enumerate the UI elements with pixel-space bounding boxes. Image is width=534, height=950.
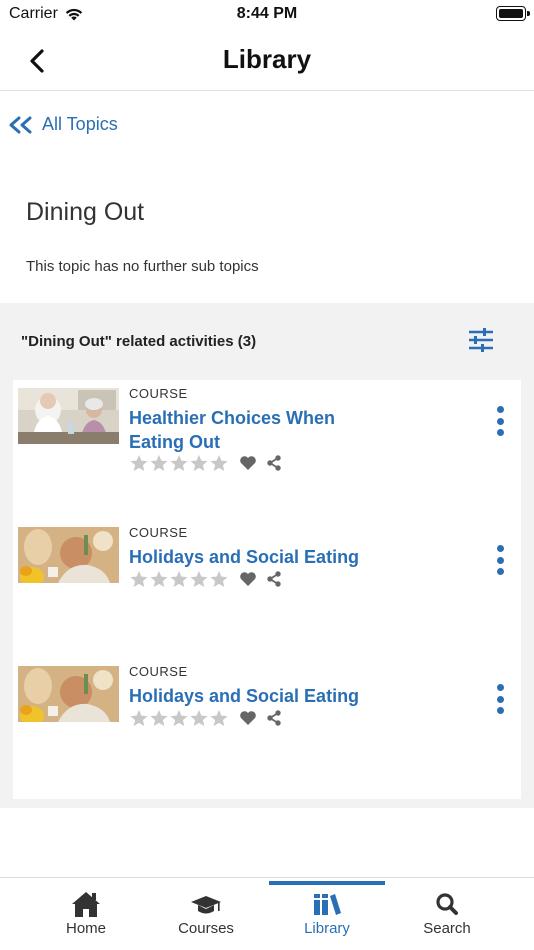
tab-label: Courses [178,920,234,937]
list-item[interactable]: COURSE Holidays and Social Eating [13,523,521,623]
star-icon[interactable] [149,454,169,472]
course-thumbnail [18,388,119,444]
more-options-button[interactable] [493,684,507,714]
graduation-cap-icon [191,896,221,914]
star-icon[interactable] [189,709,209,727]
activities-header: "Dining Out" related activities (3) [21,333,257,350]
more-dot [496,417,504,425]
star-icon[interactable] [169,709,189,727]
related-activities-panel: "Dining Out" related activities (3) COUR… [0,303,534,808]
list-item[interactable]: COURSE Healthier Choices When Eating Out [13,384,521,484]
activity-actions [129,709,282,727]
activity-title[interactable]: Holidays and Social Eating [129,545,379,569]
activity-title[interactable]: Healthier Choices When Eating Out [129,406,379,454]
heart-icon[interactable] [239,710,257,726]
share-icon[interactable] [266,571,282,587]
activity-title[interactable]: Holidays and Social Eating [129,684,379,708]
search-icon [436,893,458,915]
double-chevron-left-icon [9,116,32,133]
star-icon[interactable] [209,454,229,472]
navigation-bar: Library [0,30,534,91]
star-rating[interactable] [129,454,229,472]
more-options-button[interactable] [493,545,507,575]
more-dot [496,695,504,703]
status-bar: Carrier 8:44 PM [0,0,534,30]
activity-actions [129,570,282,588]
tab-bar: Home Courses Library Search [0,877,534,950]
more-dot [496,429,504,436]
all-topics-link[interactable]: All Topics [8,114,118,135]
course-thumbnail [18,527,119,583]
tab-label: Search [423,920,471,937]
tab-label: Library [304,920,350,937]
share-icon[interactable] [266,455,282,471]
tab-library[interactable]: Library [269,878,385,950]
activity-type: COURSE [129,386,188,401]
books-icon [314,894,341,915]
tab-courses[interactable]: Courses [148,878,264,950]
star-icon[interactable] [149,709,169,727]
activity-type: COURSE [129,664,188,679]
more-dot [496,545,504,552]
topic-subtitle: This topic has no further sub topics [26,258,259,275]
activities-list: COURSE Healthier Choices When Eating Out [13,380,521,799]
star-icon[interactable] [209,709,229,727]
star-icon[interactable] [129,570,149,588]
more-dot [496,556,504,564]
more-dot [496,568,504,575]
more-dot [496,406,504,413]
tab-home[interactable]: Home [28,878,144,950]
tab-search[interactable]: Search [389,878,505,950]
battery-icon [496,6,530,21]
sliders-icon [469,328,493,352]
home-icon [72,892,100,917]
star-icon[interactable] [149,570,169,588]
heart-icon[interactable] [239,571,257,587]
heart-icon[interactable] [239,455,257,471]
star-icon[interactable] [209,570,229,588]
star-icon[interactable] [169,454,189,472]
star-rating[interactable] [129,570,229,588]
all-topics-label: All Topics [42,114,118,134]
tab-label: Home [65,920,106,937]
star-icon[interactable] [189,454,209,472]
star-icon[interactable] [129,709,149,727]
status-time: 8:44 PM [236,5,298,22]
topic-title: Dining Out [26,198,145,226]
filter-button[interactable] [466,325,496,355]
share-icon[interactable] [266,710,282,726]
more-dot [496,684,504,691]
course-thumbnail [18,666,119,722]
star-icon[interactable] [169,570,189,588]
more-dot [496,707,504,714]
star-icon[interactable] [129,454,149,472]
list-item[interactable]: COURSE Holidays and Social Eating [13,662,521,762]
star-icon[interactable] [189,570,209,588]
activity-actions [129,454,282,472]
page-title: Library [222,44,312,74]
more-options-button[interactable] [493,406,507,436]
activity-type: COURSE [129,525,188,540]
star-rating[interactable] [129,709,229,727]
